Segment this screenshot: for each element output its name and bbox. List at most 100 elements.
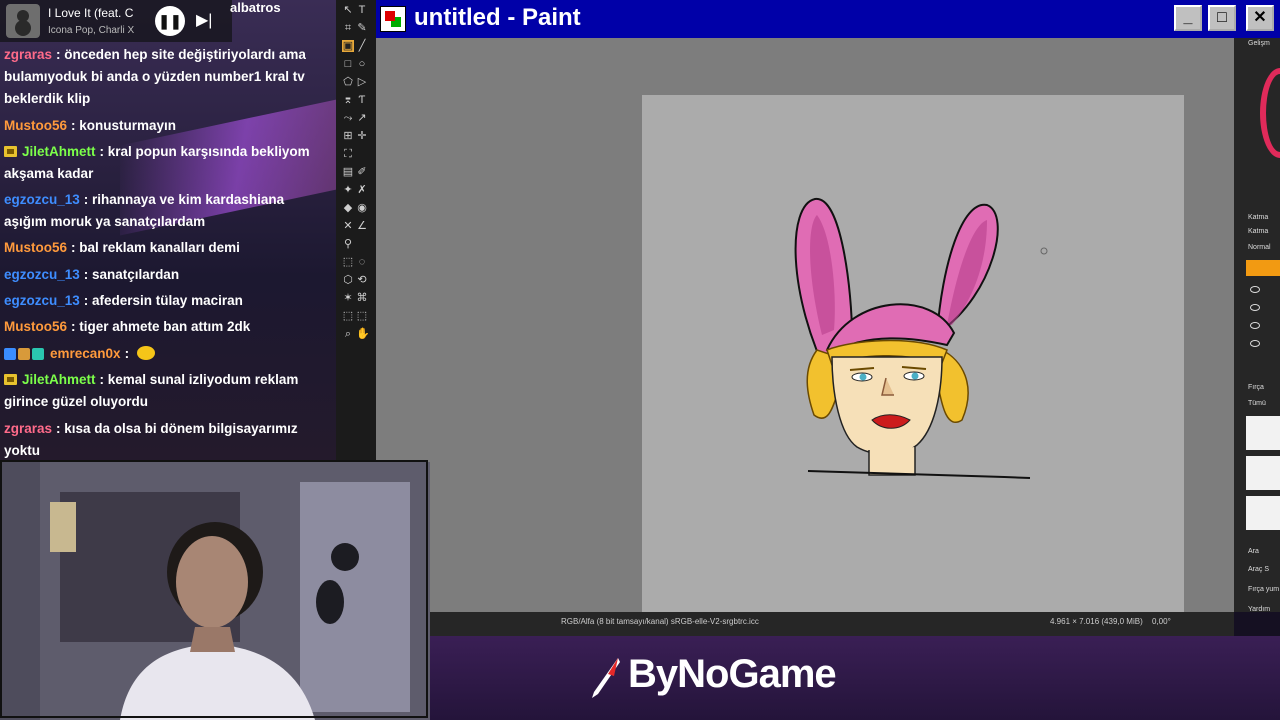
next-track-icon[interactable]: ▶| (196, 10, 212, 30)
contig-tool-icon[interactable]: ⬚ (356, 310, 368, 322)
arrow-tool-icon[interactable]: ▷ (356, 76, 368, 88)
paint-app-icon (380, 6, 406, 32)
drawing-artwork (794, 197, 1048, 479)
panel-label: Fırça (1248, 384, 1264, 391)
close-button[interactable]: ✕ (1246, 5, 1274, 31)
brush-preset[interactable] (1246, 456, 1280, 490)
chat-username[interactable]: zgraras (4, 47, 52, 62)
lasso-tool-icon[interactable]: ◌ (356, 256, 368, 268)
chat-username[interactable]: egzozcu_13 (4, 267, 80, 282)
chat-username[interactable]: JiletAhmett (22, 144, 96, 159)
magic-tool-icon[interactable]: ✶ (342, 292, 354, 304)
t-tool-tool-icon[interactable]: Ƭ (356, 94, 368, 106)
chat-username[interactable]: emrecan0x (50, 346, 121, 361)
status-bar: RGB/Alfa (8 bit tamsayı/kanal) sRGB-elle… (430, 612, 1234, 636)
pause-icon[interactable]: ❚❚ (155, 6, 185, 36)
move-tool-icon[interactable]: ✛ (356, 130, 368, 142)
text-tool-icon[interactable]: T (356, 4, 368, 16)
chat-message: JiletAhmett: kemal sunal izliyodum rekla… (4, 369, 330, 413)
drawing-canvas[interactable] (642, 95, 1184, 612)
panel-label: Katma (1248, 214, 1269, 221)
panel-label: Yardım (1248, 606, 1271, 613)
rotate-tool-icon[interactable]: ⟲ (356, 274, 368, 286)
chat-message: zgraras: önceden hep site değiştiriyolar… (4, 44, 330, 110)
pin-tool-icon[interactable]: ⚲ (342, 238, 354, 250)
brush-preset[interactable] (1246, 496, 1280, 530)
star-tool-icon[interactable]: ✦ (342, 184, 354, 196)
brush-preset[interactable] (1246, 416, 1280, 450)
album-art (6, 4, 40, 38)
window-title: untitled - Paint (414, 4, 581, 31)
bezier-tool-icon[interactable]: ⌘ (356, 292, 368, 304)
window-titlebar: untitled - Paint _ □ ✕ (376, 0, 1280, 38)
curve-tool-icon[interactable]: ⌆ (342, 94, 354, 106)
panel-label: Ara (1248, 548, 1259, 555)
fill-tool-icon[interactable]: ◆ (342, 202, 354, 214)
circle-tool-icon[interactable]: ◉ (356, 202, 368, 214)
webcam-frame (0, 460, 428, 718)
cross-tool-icon[interactable]: ✗ (356, 184, 368, 196)
panel-label: Fırça yum (1248, 586, 1280, 593)
chat-text: : sanatçılardan (83, 267, 180, 282)
brand-logo-text: ByNoGame (628, 652, 837, 696)
line-tool-icon[interactable]: ╱ (356, 40, 368, 52)
path-tool-icon[interactable]: ⤳ (342, 112, 354, 124)
chat-message: emrecan0x: (4, 343, 330, 367)
brush-tool-icon[interactable]: ✐ (356, 166, 368, 178)
hand-tool-icon[interactable]: ✋ (356, 328, 370, 340)
chat-text: : (124, 346, 130, 361)
chat-message: JiletAhmett: kral popun karşısında bekli… (4, 141, 330, 185)
arrow-tool-tool-icon[interactable]: ↗ (356, 112, 368, 124)
crop-tool-icon[interactable]: ⛶ (342, 148, 354, 160)
chat-message: Mustoo56: konusturmayın (4, 115, 330, 137)
zoom-tool-icon[interactable]: ⌕ (342, 328, 354, 340)
angle-tool-icon[interactable]: ∠ (356, 220, 368, 232)
rect-select-tool-icon[interactable]: ▣ (342, 40, 354, 52)
bynogame-logo-icon (592, 658, 620, 698)
layer-visibility-eye-icon[interactable] (1250, 322, 1260, 329)
warp-tool-icon[interactable]: ⌗ (342, 22, 354, 34)
image-dimensions: 4.961 × 7.016 (439,0 MiB) (1050, 617, 1143, 626)
transform-tool-icon[interactable]: ✕ (342, 220, 354, 232)
chat-badges-icon (4, 345, 46, 367)
chat-username[interactable]: egzozcu_13 (4, 293, 80, 308)
maximize-button[interactable]: □ (1208, 5, 1236, 31)
chat-username[interactable]: Mustoo56 (4, 319, 67, 334)
blank-tool-icon[interactable] (356, 148, 368, 160)
crown-badge-icon (4, 146, 17, 157)
chat-username[interactable]: zgraras (4, 421, 52, 436)
panel-label: Gelişm (1248, 40, 1270, 47)
marquee-tool-icon[interactable]: ⬚ (342, 256, 354, 268)
grid-tool-icon[interactable]: ⊞ (342, 130, 354, 142)
track-artist: Icona Pop, Charli X (48, 25, 134, 36)
crown-badge-icon (4, 374, 17, 385)
blank2-tool-icon[interactable] (356, 238, 368, 250)
chat-message: zgraras: kısa da olsa bi dönem bilgisaya… (4, 418, 330, 462)
right-dock-panel: Gelişm Katma Katma Normal Fırça Tümü Ara Araç S… (1234, 38, 1280, 613)
chat-username[interactable]: Mustoo56 (4, 118, 67, 133)
ellipse-tool-icon[interactable]: ○ (356, 58, 368, 70)
minimize-button[interactable]: _ (1174, 5, 1202, 31)
panel-label: Tümü (1248, 400, 1266, 407)
pen-tool-icon[interactable]: ✎ (356, 22, 368, 34)
chat-username[interactable]: Mustoo56 (4, 240, 67, 255)
chat-username[interactable]: egzozcu_13 (4, 192, 80, 207)
chat-text: : tiger ahmete ban attım 2dk (71, 319, 251, 334)
layer-visibility-eye-icon[interactable] (1250, 286, 1260, 293)
select-tool-icon[interactable]: ↖ (342, 4, 354, 16)
rotation-angle: 0,00° (1152, 617, 1171, 626)
chat-message: egzozcu_13: afedersin tülay maciran (4, 290, 330, 312)
color-wheel[interactable] (1260, 68, 1280, 158)
layer-visibility-eye-icon[interactable] (1250, 304, 1260, 311)
gradient-tool-icon[interactable]: ▤ (342, 166, 354, 178)
polygon-tool-icon[interactable]: ⬠ (342, 76, 354, 88)
panel-label: Araç S (1248, 566, 1270, 573)
sunglasses-emote-icon (137, 346, 156, 360)
chat-username[interactable]: JiletAhmett (22, 372, 96, 387)
similar-tool-icon[interactable]: ⬚ (342, 310, 354, 322)
layer-visibility-eye-icon[interactable] (1250, 340, 1260, 347)
rectangle-tool-icon[interactable]: □ (342, 58, 354, 70)
color-swatch-orange[interactable] (1246, 260, 1280, 276)
stream-overlay-bottom (430, 636, 1280, 720)
poly-select-tool-icon[interactable]: ⬡ (342, 274, 354, 286)
